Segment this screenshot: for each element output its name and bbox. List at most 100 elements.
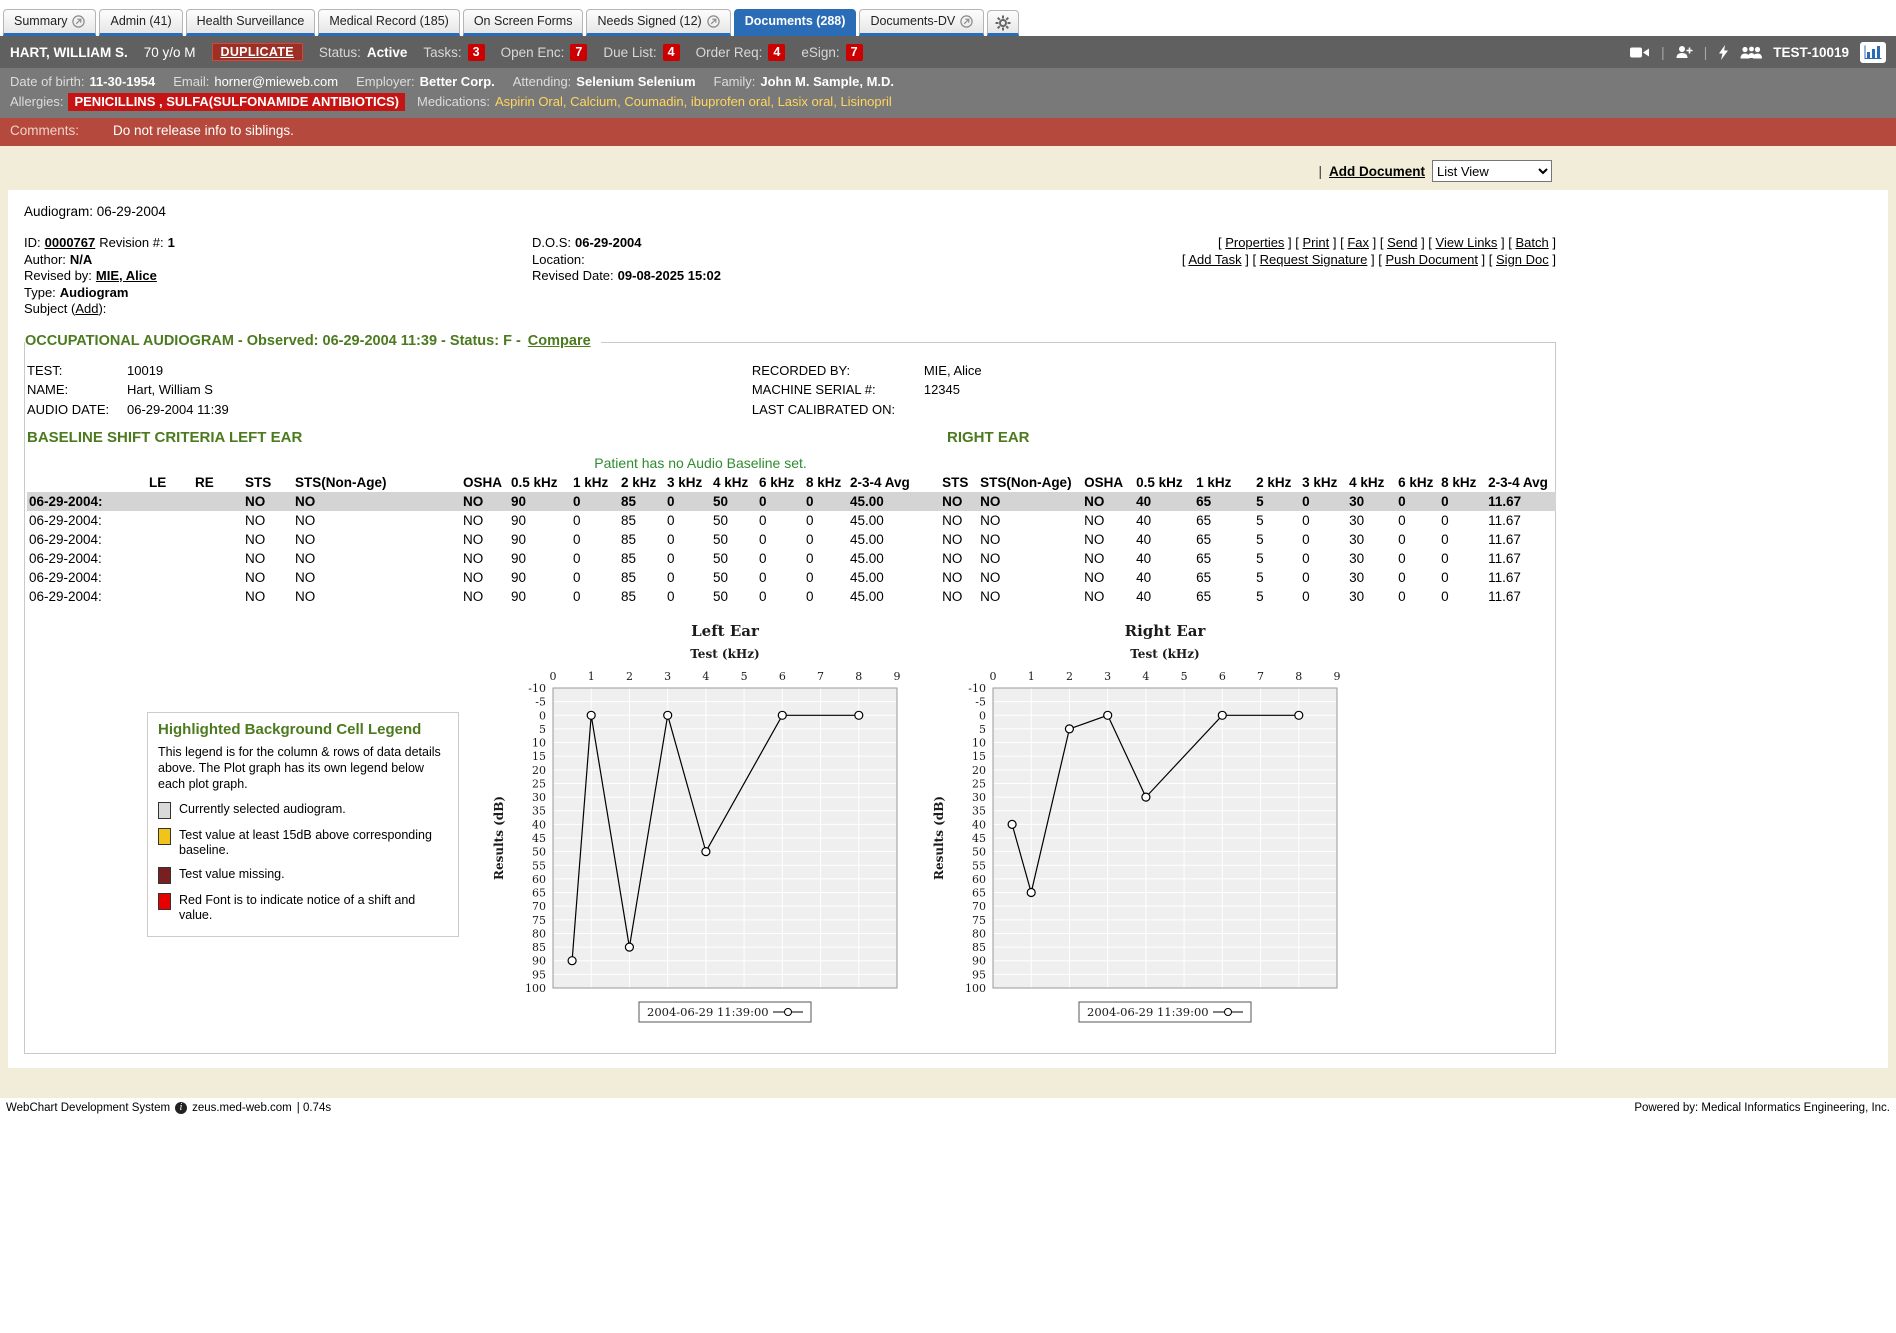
medication-link-ibuprofen-oral[interactable]: ibuprofen oral (691, 94, 771, 109)
cell-value: 40 (1134, 587, 1194, 606)
cell-value (193, 587, 243, 606)
patient-group-icon[interactable] (1740, 46, 1762, 59)
audiogram-row[interactable]: 06-29-2004:NONONO900850500045.00NONONO40… (27, 587, 1556, 606)
action-view-links[interactable]: View Links (1436, 235, 1498, 250)
action-request-signature[interactable]: Request Signature (1260, 252, 1368, 267)
meta-label: RECORDED BY: (752, 361, 924, 381)
action-batch[interactable]: Batch (1516, 235, 1549, 250)
compare-link[interactable]: Compare (528, 333, 591, 349)
action-fax[interactable]: Fax (1347, 235, 1369, 250)
column-header: 2-3-4 Avg (1486, 473, 1556, 492)
counter-badge[interactable]: 3 (468, 44, 485, 61)
cell-value: 40 (1134, 511, 1194, 530)
video-call-icon[interactable] (1630, 46, 1650, 59)
tab-documents-288[interactable]: Documents (288) (734, 9, 857, 36)
meta-audio-date: AUDIO DATE:06-29-2004 11:39 (27, 400, 752, 420)
tab-label: Documents (288) (745, 14, 846, 28)
tab-bar: SummaryAdmin (41) Health Surveillance Medi… (0, 0, 1896, 36)
document-id-link[interactable]: 0000767 (45, 235, 96, 252)
action-properties[interactable]: Properties (1225, 235, 1284, 250)
add-document-link[interactable]: Add Document (1329, 164, 1425, 179)
allergies-medications-row: Allergies: PENICILLINS , SULFA(SULFONAMI… (10, 92, 1886, 112)
subject-add-link[interactable]: Add (75, 301, 98, 318)
cell-value: NO (293, 587, 461, 606)
audiogram-row[interactable]: 06-29-2004:NONONO900850500045.00NONONO40… (27, 549, 1556, 568)
cell-value (147, 511, 193, 530)
svg-text:0: 0 (979, 709, 986, 722)
cell-value: 85 (619, 511, 665, 530)
tab-label: Health Surveillance (197, 14, 305, 28)
tab-health-surveillance[interactable]: Health Surveillance (186, 9, 316, 36)
svg-text:5: 5 (1181, 670, 1188, 683)
counter-badge[interactable]: 4 (663, 44, 680, 61)
view-mode-select[interactable]: List View (1432, 160, 1552, 182)
quick-actions-icon[interactable] (1718, 45, 1729, 60)
info-icon[interactable]: i (175, 1102, 187, 1114)
tab-needs-signed-12[interactable]: Needs Signed (12) (586, 9, 730, 36)
cell-value: NO (293, 511, 461, 530)
email-link[interactable]: horner@mieweb.com (214, 72, 338, 92)
tab-summary[interactable]: Summary (3, 9, 96, 36)
cell-value: 0 (665, 492, 711, 511)
medication-link-lisinopril[interactable]: Lisinopril (840, 94, 891, 109)
left-ear-heading: BASELINE SHIFT CRITERIA LEFT EAR (27, 429, 302, 446)
revised-by-link[interactable]: MIE, Alice (96, 268, 157, 285)
cell-value: 40 (1134, 492, 1194, 511)
counter-badge[interactable]: 7 (846, 44, 863, 61)
right-ear-heading: RIGHT EAR (947, 429, 1030, 446)
duplicate-flag-link[interactable]: DUPLICATE (212, 43, 303, 61)
settings-tab-button[interactable] (987, 10, 1019, 36)
tab-admin-41[interactable]: Admin (41) (99, 9, 182, 36)
cell-value: NO (243, 587, 293, 606)
footer-host-link[interactable]: zeus.med-web.com (192, 1102, 292, 1114)
audiogram-row[interactable]: 06-29-2004:NONONO900850500045.00NONONO40… (27, 568, 1556, 587)
medication-link-calcium[interactable]: Calcium (570, 94, 617, 109)
column-header: 2-3-4 Avg (848, 473, 940, 492)
action-print[interactable]: Print (1303, 235, 1330, 250)
growth-chart-button[interactable] (1860, 42, 1886, 63)
column-header: LE (147, 473, 193, 492)
medication-link-lasix-oral[interactable]: Lasix oral (778, 94, 834, 109)
tab-documents-dv[interactable]: Documents-DV (859, 9, 984, 36)
allergy-chip[interactable]: PENICILLINS , SULFA(SULFONAMIDE ANTIBIOT… (68, 93, 405, 111)
legend-item: Currently selected audiogram. (158, 802, 448, 819)
svg-text:Results (dB): Results (dB) (492, 796, 506, 880)
tab-medical-record-185[interactable]: Medical Record (185) (318, 9, 460, 36)
document-content: Audiogram: 06-29-2004 ID: 0000767 Revisi… (24, 204, 1556, 1054)
cell-value: 45.00 (848, 568, 940, 587)
cell-value: 0 (757, 530, 804, 549)
employer-value: Better Corp. (420, 72, 495, 92)
action-push-document[interactable]: Push Document (1385, 252, 1478, 267)
external-link-icon (707, 15, 720, 28)
medication-link-coumadin[interactable]: Coumadin (624, 94, 683, 109)
audiogram-row[interactable]: 06-29-2004:NONONO900850500045.00NONONO40… (27, 530, 1556, 549)
svg-text:50: 50 (532, 846, 546, 859)
cell-value: 85 (619, 568, 665, 587)
cell-value: NO (978, 549, 1082, 568)
action-send[interactable]: Send (1387, 235, 1417, 250)
audiogram-row[interactable]: 06-29-2004:NONONO900850500045.00NONONO40… (27, 511, 1556, 530)
svg-text:2: 2 (626, 670, 633, 683)
svg-text:100: 100 (965, 982, 986, 995)
counter-badge[interactable]: 4 (768, 44, 785, 61)
cell-value: 0 (1396, 530, 1439, 549)
column-header: 6 kHz (1396, 473, 1439, 492)
row-date: 06-29-2004: (27, 587, 147, 606)
cell-value: 85 (619, 587, 665, 606)
counter-label: Open Enc: (501, 45, 565, 60)
patient-counters: Tasks:3Open Enc:7Due List:4Order Req:4eS… (423, 44, 862, 61)
svg-text:7: 7 (817, 670, 824, 683)
counter-label: eSign: (801, 45, 839, 60)
action-add-task[interactable]: Add Task (1188, 252, 1241, 267)
audiogram-row[interactable]: 06-29-2004:NONONO900850500045.00NONONO40… (27, 492, 1556, 511)
cell-value: 0 (665, 549, 711, 568)
action-sign-doc[interactable]: Sign Doc (1496, 252, 1549, 267)
patient-header-bar: HART, WILLIAM S. 70 y/o M DUPLICATE Stat… (0, 36, 1896, 68)
meta-label: AUDIO DATE: (27, 400, 127, 420)
medication-link-aspirin-oral[interactable]: Aspirin Oral (495, 94, 563, 109)
tab-on-screen-forms[interactable]: On Screen Forms (463, 9, 584, 36)
add-user-icon[interactable] (1676, 45, 1693, 59)
column-header: OSHA (1082, 473, 1134, 492)
svg-text:0: 0 (990, 670, 997, 683)
counter-badge[interactable]: 7 (570, 44, 587, 61)
